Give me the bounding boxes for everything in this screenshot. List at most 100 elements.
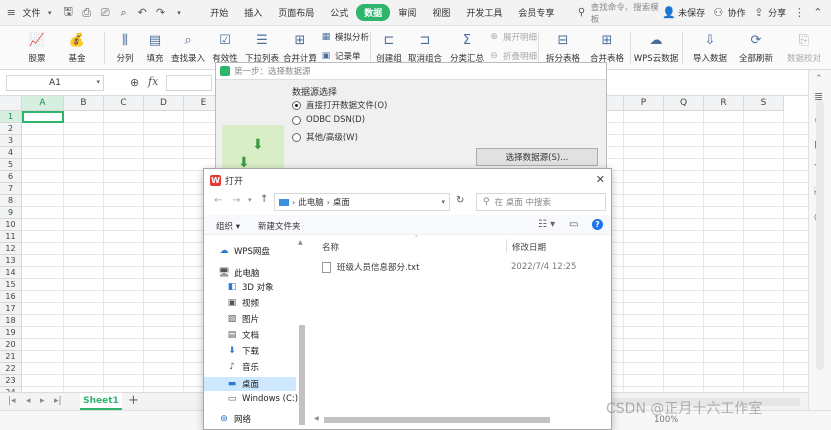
column-header[interactable]: A — [22, 96, 64, 111]
tab-0[interactable]: 开始 — [202, 6, 236, 19]
column-header[interactable]: C — [104, 96, 144, 111]
path-segment[interactable]: 此电脑 — [298, 196, 324, 208]
nav-item[interactable]: ⬇ 下载 — [226, 345, 259, 357]
datasource-option[interactable]: 其他/高级(W) — [292, 131, 358, 143]
collapse-ribbon-icon[interactable]: ⌃ — [811, 5, 825, 21]
next-sheet-icon[interactable]: ▸ — [40, 396, 45, 406]
refresh-icon[interactable]: ↻ — [456, 195, 464, 206]
chevron-down-icon[interactable]: ▾ — [42, 5, 56, 21]
record-form-button[interactable]: ▣ 记录单 — [320, 50, 361, 62]
row-header[interactable]: 22 — [0, 363, 22, 375]
collab-button[interactable]: 协作 — [728, 6, 750, 19]
chevron-up-icon[interactable]: ⌃ — [815, 74, 823, 84]
row-header[interactable]: 1 — [0, 111, 22, 123]
radio-checked-icon[interactable] — [292, 100, 301, 110]
tab-7[interactable]: 开发工具 — [458, 6, 510, 19]
search-field[interactable]: ⚲ 在 桌面 中搜索 — [476, 193, 606, 211]
tab-1[interactable]: 插入 — [236, 6, 270, 19]
row-header[interactable]: 2 — [0, 123, 22, 135]
row-header[interactable]: 20 — [0, 339, 22, 351]
column-header[interactable]: S — [744, 96, 784, 111]
path-segment[interactable]: 桌面 — [333, 196, 350, 208]
chevron-down-icon[interactable]: ▾ — [172, 5, 186, 21]
split-column-button[interactable]: ⫼ 分列 — [110, 26, 140, 70]
row-header[interactable]: 4 — [0, 147, 22, 159]
column-header[interactable]: D — [144, 96, 184, 111]
share-button[interactable]: 分享 — [768, 6, 790, 19]
nav-item[interactable]: 🖥 此电脑 — [218, 267, 259, 279]
file-list-hscroll[interactable]: ◀ — [314, 415, 610, 425]
find-enter-button[interactable]: ⌕ 查找录入 — [170, 26, 206, 70]
save-icon[interactable]: 🖫 — [61, 5, 75, 21]
print-icon[interactable]: ⎚ — [98, 5, 112, 21]
redo-icon[interactable]: ↷ — [153, 5, 167, 21]
close-icon[interactable]: ✕ — [596, 173, 605, 186]
search-box[interactable]: ⚲ 查找命令、搜索模板 — [572, 1, 659, 25]
column-header[interactable]: B — [64, 96, 104, 111]
column-header-modified[interactable]: 修改日期 — [512, 241, 546, 253]
first-sheet-icon[interactable]: |◂ — [8, 396, 16, 406]
tab-8[interactable]: 会员专享 — [510, 6, 562, 19]
row-header[interactable]: 3 — [0, 135, 22, 147]
row-header[interactable]: 12 — [0, 243, 22, 255]
row-header[interactable]: 17 — [0, 303, 22, 315]
wps-cloud-button[interactable]: ☁ WPS云数据 — [634, 26, 678, 70]
row-header[interactable]: 10 — [0, 219, 22, 231]
tab-6[interactable]: 视图 — [424, 6, 458, 19]
view-options-icon[interactable]: ☷ ▾ — [538, 219, 555, 230]
fx-icon[interactable]: fx — [148, 75, 158, 88]
select-all-corner[interactable] — [0, 96, 22, 111]
hamburger-icon[interactable]: ≡ — [4, 5, 18, 21]
row-header[interactable]: 5 — [0, 159, 22, 171]
nav-item[interactable]: ◧ 3D 对象 — [226, 281, 274, 293]
vertical-scrollbar[interactable] — [816, 100, 824, 370]
address-bar[interactable]: › 此电脑 › 桌面 ▾ — [274, 193, 450, 211]
name-box[interactable]: A1 ▾ — [6, 75, 104, 91]
row-header[interactable]: 15 — [0, 279, 22, 291]
sim-analysis-button[interactable]: ▦ 模拟分析 — [320, 31, 369, 43]
row-header[interactable]: 8 — [0, 195, 22, 207]
nav-scrollbar-thumb[interactable] — [299, 325, 305, 425]
back-arrow-icon[interactable]: ← — [214, 195, 222, 206]
prev-sheet-icon[interactable]: ◂ — [26, 396, 31, 406]
tab-2[interactable]: 页面布局 — [270, 6, 322, 19]
expand-detail-button[interactable]: ⊕ 展开明细 — [488, 31, 537, 43]
row-header[interactable]: 13 — [0, 255, 22, 267]
hscroll-thumb[interactable] — [324, 417, 550, 423]
organize-button[interactable]: 组织 ▾ — [216, 220, 240, 232]
nav-item[interactable]: ▬ 桌面 — [204, 377, 296, 391]
nav-item[interactable]: ▭ Windows (C:) — [226, 393, 298, 404]
last-sheet-icon[interactable]: ▸| — [54, 396, 62, 406]
row-header[interactable]: 23 — [0, 375, 22, 387]
help-icon[interactable]: ? — [592, 219, 603, 230]
radio-icon[interactable] — [292, 115, 301, 125]
row-header[interactable]: 6 — [0, 171, 22, 183]
preview-icon[interactable]: ⌕ — [116, 5, 130, 21]
chevron-down-icon[interactable]: ▾ — [248, 196, 252, 204]
datasource-option[interactable]: 直接打开数据文件(O) — [292, 99, 387, 111]
zoom-icon[interactable]: ⊕ — [130, 76, 139, 89]
datasource-option[interactable]: ODBC DSN(D) — [292, 115, 365, 125]
refresh-all-button[interactable]: ⟳ 全部刷新 — [734, 26, 778, 70]
tab-5[interactable]: 审阅 — [390, 6, 424, 19]
import-data-button[interactable]: ⇩ 导入数据 — [688, 26, 732, 70]
row-header[interactable]: 19 — [0, 327, 22, 339]
row-header[interactable]: 9 — [0, 207, 22, 219]
sheet-tab[interactable]: Sheet1 — [80, 393, 122, 410]
choose-datasource-button[interactable]: 选择数据源(S)... — [476, 148, 598, 166]
row-header[interactable]: 21 — [0, 351, 22, 363]
export-icon[interactable]: ⎙ — [79, 5, 93, 21]
column-header[interactable]: Q — [664, 96, 704, 111]
row-header[interactable]: 11 — [0, 231, 22, 243]
forward-arrow-icon[interactable]: → — [232, 195, 240, 206]
nav-item[interactable]: ☁ WPS网盘 — [218, 245, 270, 257]
nav-item[interactable]: ▣ 视频 — [226, 297, 259, 309]
undo-icon[interactable]: ↶ — [135, 5, 149, 21]
radio-icon[interactable] — [292, 132, 301, 142]
file-row[interactable]: 班级人员信息部分.txt 2022/7/4 12:25 — [318, 259, 608, 275]
add-sheet-button[interactable]: + — [128, 393, 139, 408]
column-header-name[interactable]: 名称 — [322, 241, 339, 253]
fund-button[interactable]: 💰 基金 — [58, 26, 96, 70]
stock-button[interactable]: 📈 股票 — [18, 26, 56, 70]
fill-button[interactable]: ▤ 填充 — [140, 26, 170, 70]
